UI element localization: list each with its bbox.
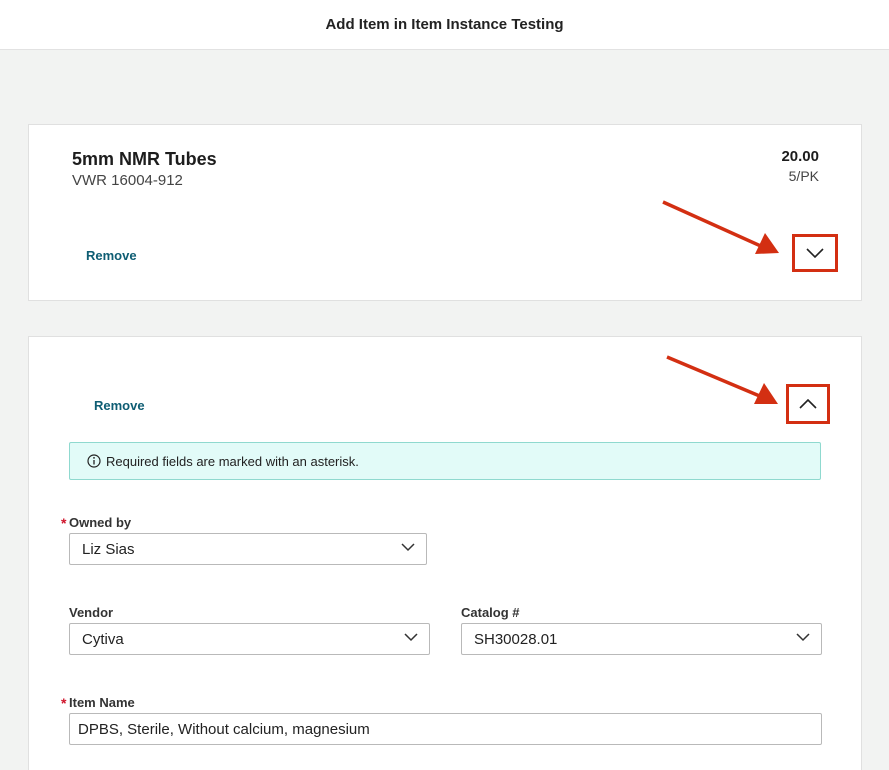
item-card-collapsed: 5mm NMR Tubes VWR 16004-912 20.00 5/PK R…: [28, 124, 862, 301]
info-banner: Required fields are marked with an aster…: [69, 442, 821, 480]
collapse-toggle-button[interactable]: [786, 384, 830, 424]
catalog-select[interactable]: SH30028.01: [461, 623, 822, 655]
required-asterisk: *: [61, 695, 67, 711]
expand-toggle-button[interactable]: [792, 234, 838, 272]
remove-link[interactable]: Remove: [86, 248, 137, 263]
info-text: Required fields are marked with an aster…: [106, 453, 359, 469]
item-name: 5mm NMR Tubes: [72, 149, 217, 169]
remove-link[interactable]: Remove: [94, 398, 145, 413]
vendor-label: Vendor: [69, 605, 114, 620]
item-card-expanded: Remove Required fields are marked with a…: [28, 336, 862, 770]
item-name-label: Item Name: [69, 695, 135, 710]
catalog-value: SH30028.01: [474, 630, 558, 648]
required-asterisk: *: [61, 515, 67, 531]
vendor-select[interactable]: Cytiva: [69, 623, 430, 655]
top-bar: Add Item in Item Instance Testing: [0, 0, 889, 50]
page-title: Add Item in Item Instance Testing: [325, 16, 564, 33]
owned-by-label: Owned by: [69, 515, 132, 530]
item-price: 20.00: [781, 148, 819, 165]
catalog-label: Catalog #: [461, 605, 520, 620]
item-name-input[interactable]: DPBS, Sterile, Without calcium, magnesiu…: [69, 713, 822, 745]
item-unit: 5/PK: [788, 168, 819, 184]
vendor-value: Cytiva: [82, 630, 124, 648]
chevron-down-icon: [796, 633, 810, 642]
owned-by-value: Liz Sias: [82, 540, 135, 558]
owned-by-select[interactable]: Liz Sias: [69, 533, 427, 565]
chevron-down-icon: [806, 248, 824, 258]
chevron-up-icon: [799, 399, 817, 409]
item-vendor-catalog: VWR 16004-912: [72, 172, 183, 189]
item-name-value: DPBS, Sterile, Without calcium, magnesiu…: [78, 720, 370, 738]
chevron-down-icon: [404, 633, 418, 642]
info-icon: [87, 454, 101, 468]
chevron-down-icon: [401, 543, 415, 552]
